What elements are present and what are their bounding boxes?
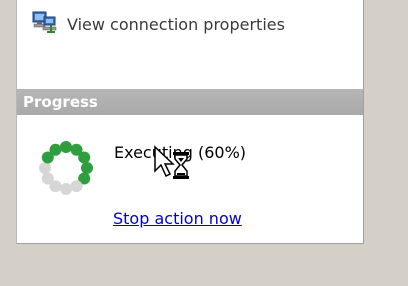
bottom-frame <box>0 244 408 286</box>
task-pane: View connection properties Progress Exec… <box>16 0 364 244</box>
right-frame <box>364 0 408 244</box>
spinner-segment-inactive <box>39 162 51 174</box>
view-connection-properties-link[interactable]: View connection properties <box>32 11 285 37</box>
spinner-segment-inactive <box>41 172 54 185</box>
stop-action-link[interactable]: Stop action now <box>113 209 242 228</box>
network-connection-icon <box>32 10 58 38</box>
spinner-segment-inactive <box>70 180 83 193</box>
view-connection-properties-label: View connection properties <box>67 14 285 34</box>
busy-cursor-icon <box>154 145 189 179</box>
spinner-segment-active <box>60 141 72 153</box>
progress-spinner-icon <box>39 141 93 195</box>
spinner-segment-inactive <box>60 183 72 195</box>
progress-section-header: Progress <box>17 89 363 115</box>
spinner-segment-active <box>81 162 93 174</box>
spinner-segment-active <box>49 143 62 156</box>
spinner-segment-active <box>78 151 91 164</box>
